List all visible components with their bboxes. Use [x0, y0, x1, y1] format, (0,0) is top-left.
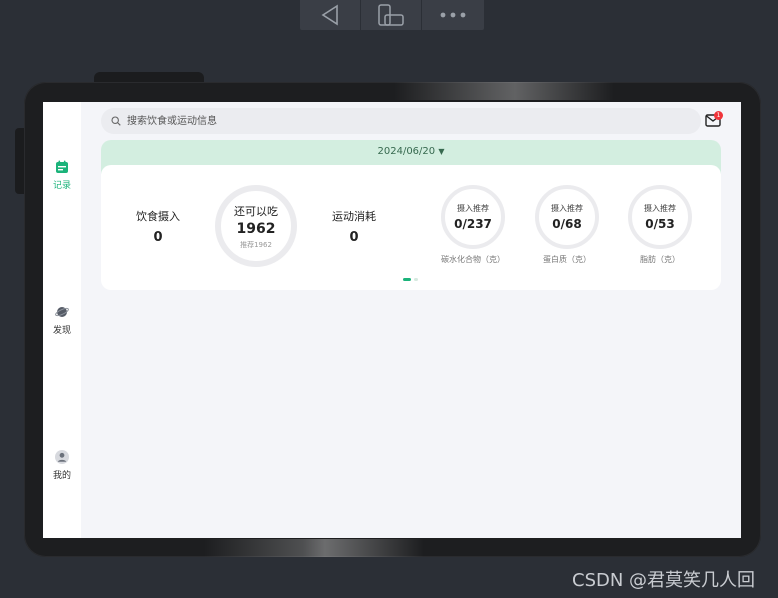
remaining-value: 1962 — [236, 220, 276, 237]
protein-title: 摄入推荐 — [551, 204, 583, 213]
nav-item-discover[interactable]: 发现 — [43, 305, 81, 336]
exercise-label: 运动消耗 — [332, 210, 376, 223]
exercise-value: 0 — [349, 230, 359, 245]
search-input[interactable] — [125, 114, 685, 128]
page-dot-active[interactable] — [403, 278, 411, 281]
fat-caption: 脂肪（克） — [640, 255, 680, 264]
nav-label-discover: 发现 — [52, 326, 71, 336]
summary-card: 饮食摄入 0 还可以吃 1962 推荐1962 运动消耗 0 摄入推荐 0/23… — [101, 165, 721, 290]
mail-badge: 1 — [714, 111, 723, 120]
calendar-icon — [56, 160, 68, 173]
back-triangle-icon — [321, 4, 338, 26]
carbs-value: 0/237 — [454, 217, 492, 231]
search-icon — [111, 116, 121, 126]
rotate-button[interactable] — [361, 0, 422, 30]
remaining-calories-ring[interactable]: 还可以吃 1962 推荐1962 — [215, 185, 297, 267]
frame-highlight-bottom — [204, 539, 424, 557]
recommended-text: 推荐1962 — [240, 240, 272, 249]
protein-ring: 摄入推荐 0/68 — [535, 185, 599, 249]
device-rotate-icon — [378, 4, 404, 26]
more-button[interactable] — [422, 0, 483, 30]
protein-value: 0/68 — [552, 217, 582, 231]
nutrient-fat[interactable]: 摄入推荐 0/53 脂肪（克） — [620, 185, 700, 265]
remaining-label: 还可以吃 — [234, 204, 278, 218]
protein-caption: 蛋白质（克） — [543, 255, 591, 264]
user-icon — [55, 450, 69, 464]
page-indicator — [403, 278, 418, 281]
back-button[interactable] — [300, 0, 361, 30]
frame-highlight-top — [394, 82, 614, 100]
date-label: 2024/06/20 — [377, 146, 436, 157]
carbs-ring: 摄入推荐 0/237 — [441, 185, 505, 249]
emulator-toolbar — [300, 0, 484, 30]
nav-label-record: 记录 — [52, 181, 71, 191]
nav-item-record[interactable]: 记录 — [43, 160, 81, 191]
exercise-stat: 运动消耗 0 — [314, 208, 394, 245]
planet-icon — [55, 307, 69, 317]
intake-value: 0 — [153, 230, 163, 245]
nav-item-mine[interactable]: 我的 — [43, 450, 81, 481]
intake-stat: 饮食摄入 0 — [118, 208, 198, 245]
fat-value: 0/53 — [645, 217, 675, 231]
page-dot[interactable] — [414, 278, 418, 281]
more-dots-icon — [440, 12, 465, 18]
date-selector[interactable]: 2024/06/20 ▼ — [101, 146, 721, 157]
nav-label-mine: 我的 — [52, 471, 71, 481]
watermark: CSDN @君莫笑几人回 — [572, 570, 756, 591]
nutrient-carbs[interactable]: 摄入推荐 0/237 碳水化合物（克） — [433, 185, 513, 265]
caret-down-icon: ▼ — [438, 147, 445, 156]
nutrient-protein[interactable]: 摄入推荐 0/68 蛋白质（克） — [527, 185, 607, 265]
carbs-caption: 碳水化合物（克） — [441, 255, 505, 264]
fat-title: 摄入推荐 — [644, 204, 676, 213]
app-screen: 记录 发现 我的 1 2024/06/20 ▼ 饮食摄入 0 还可以吃 1962 — [43, 102, 741, 538]
side-navigation: 记录 发现 我的 — [43, 102, 81, 538]
fat-ring: 摄入推荐 0/53 — [628, 185, 692, 249]
intake-label: 饮食摄入 — [136, 210, 180, 223]
carbs-title: 摄入推荐 — [457, 204, 489, 213]
search-bar[interactable] — [101, 108, 701, 134]
